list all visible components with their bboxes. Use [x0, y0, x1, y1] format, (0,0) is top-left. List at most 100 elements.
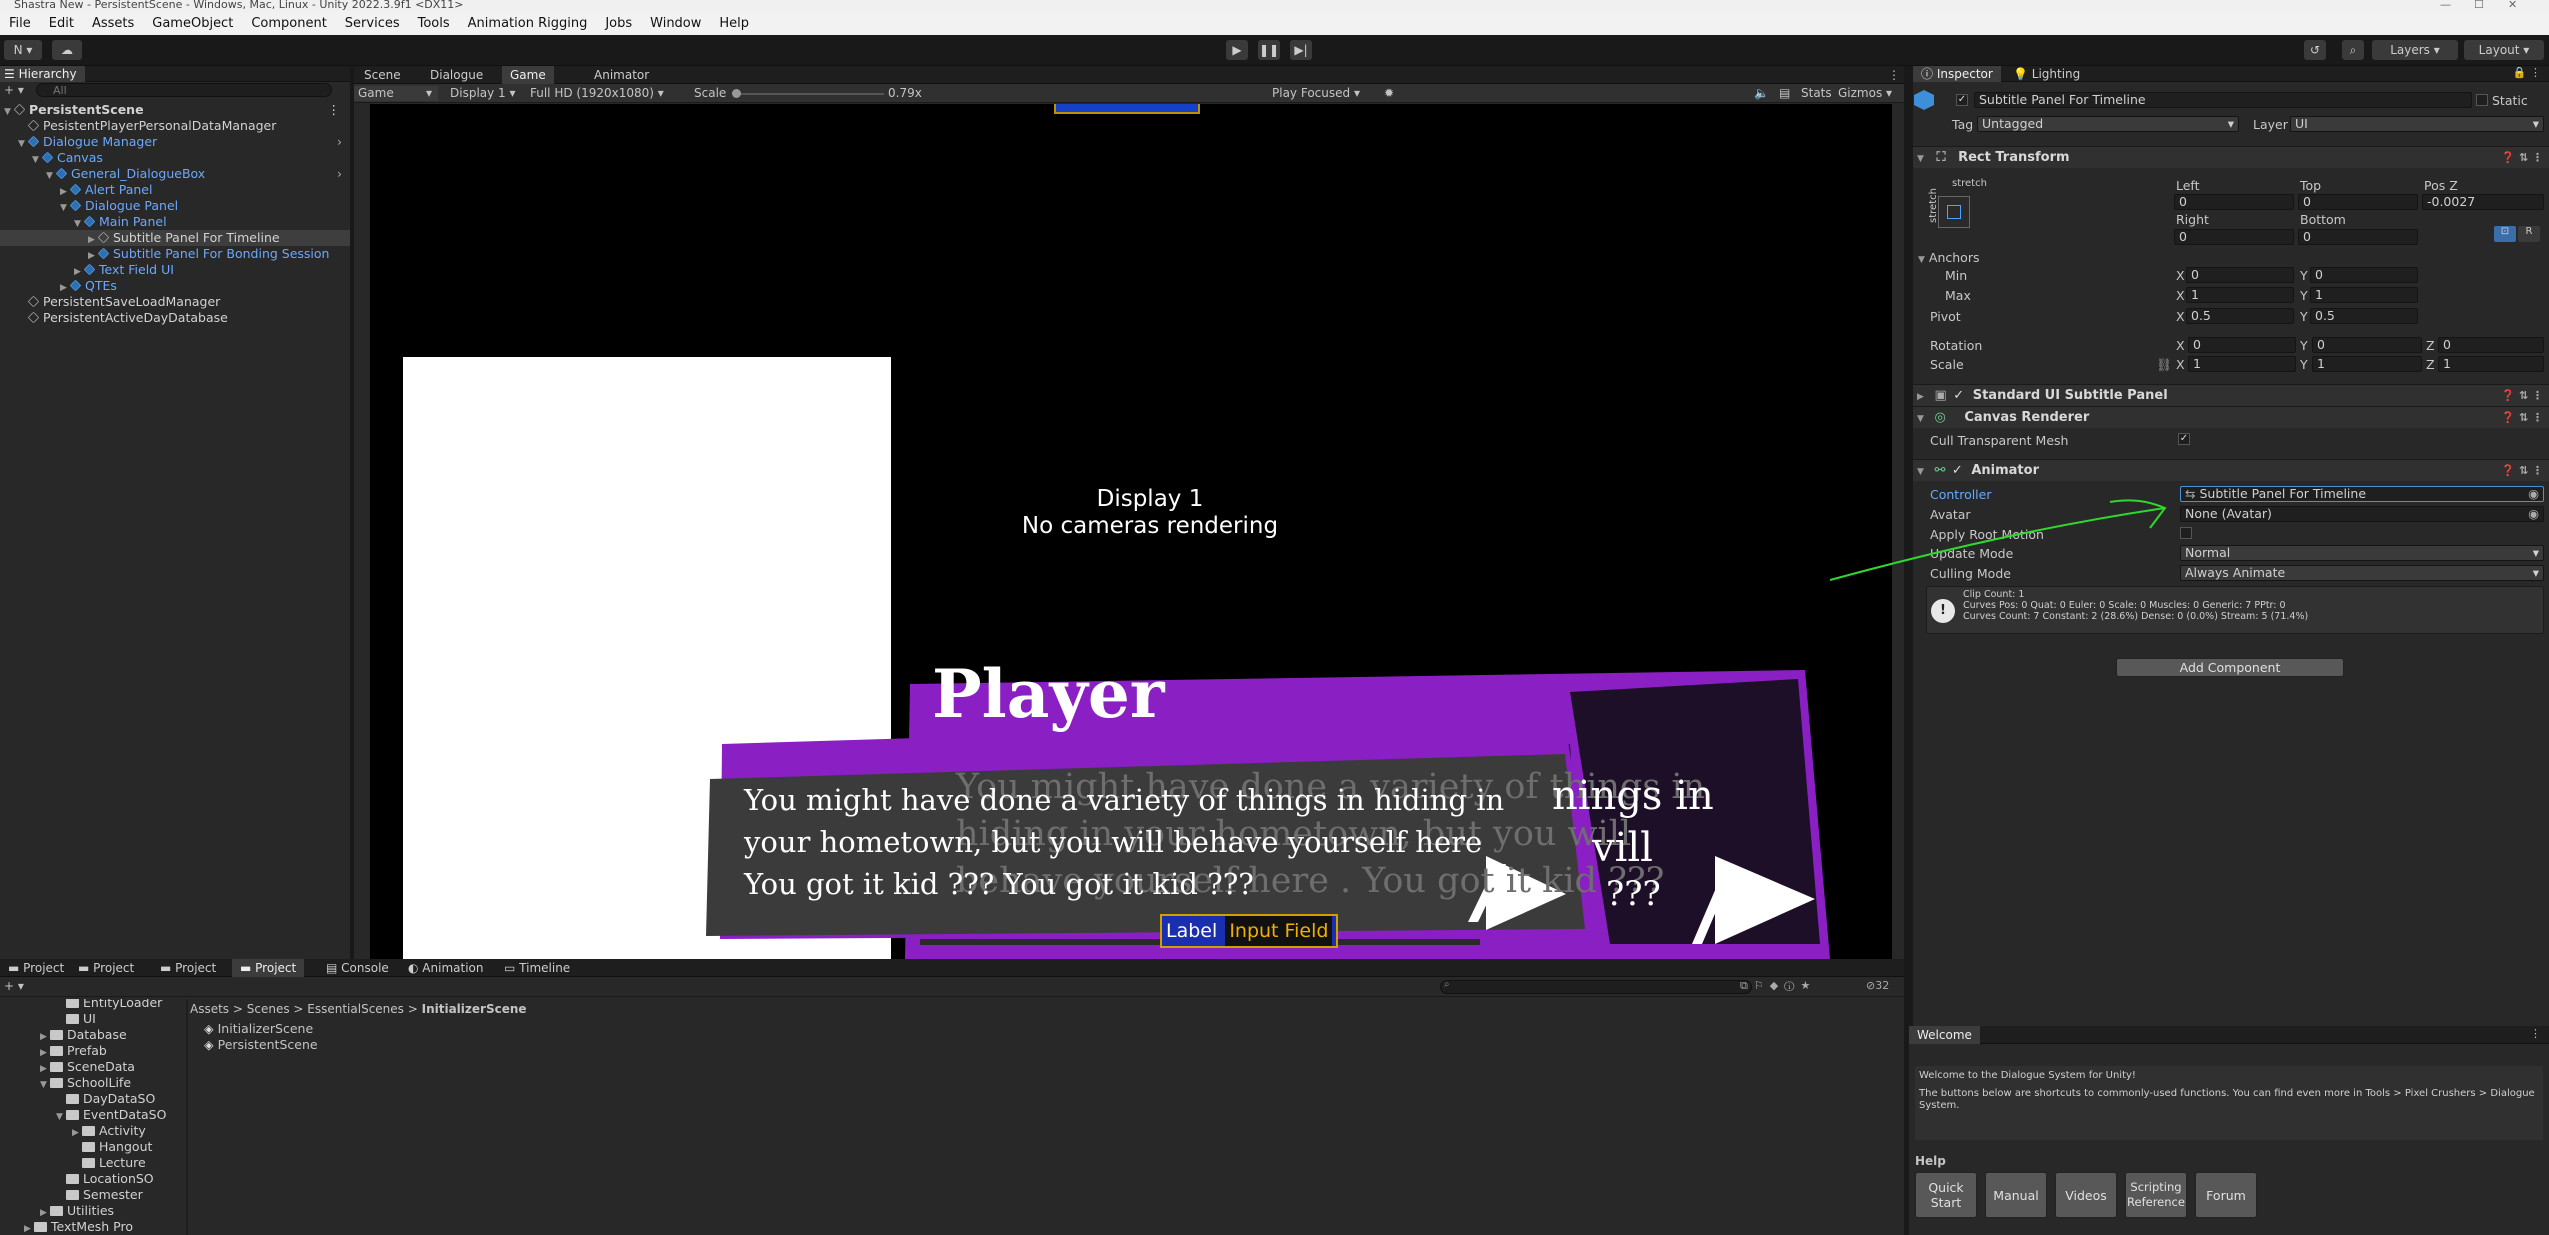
controller-field[interactable]: ⇆ Subtitle Panel For Timeline ◉	[2180, 486, 2544, 502]
minimize-icon[interactable]: —	[2440, 0, 2451, 10]
history-icon[interactable]: ↺	[2304, 40, 2326, 60]
tab-project[interactable]: ▬ Project	[152, 959, 224, 977]
hierarchy-item[interactable]: ▶ Subtitle Panel For Timeline	[0, 230, 350, 246]
display-settings-icon[interactable]: ▤	[1779, 86, 1790, 101]
audio-icon[interactable]: 🔈	[1754, 86, 1769, 101]
display-dropdown[interactable]: Display 1 ▾	[450, 86, 516, 101]
tab-game[interactable]: Game	[502, 66, 554, 84]
avatar-field[interactable]: None (Avatar) ◉	[2180, 506, 2544, 522]
quick-start-button[interactable]: Quick Start	[1915, 1172, 1977, 1218]
breadcrumb-item[interactable]: Assets	[190, 1002, 229, 1016]
tab-console[interactable]: ▤ Console	[318, 959, 397, 977]
prefab-open-icon[interactable]: ›	[337, 134, 342, 150]
hierarchy-item[interactable]: ▶ Alert Panel	[0, 182, 350, 198]
menu-component[interactable]: Component	[242, 16, 335, 31]
resolution-dropdown[interactable]: Full HD (1920x1080) ▾	[530, 86, 664, 101]
scripting-reference-button[interactable]: Scripting Reference	[2125, 1172, 2187, 1218]
posz-field[interactable]: -0.0027	[2422, 194, 2544, 210]
project-folder[interactable]: DayDataSO	[56, 1091, 155, 1107]
menu-jobs[interactable]: Jobs	[596, 16, 641, 31]
hierarchy-item[interactable]: ▶ QTEs	[0, 278, 350, 294]
tab-dialogue[interactable]: Dialogue	[422, 66, 491, 84]
tab-project[interactable]: ▬ Project	[70, 959, 142, 977]
step-icon[interactable]: ▶|	[1290, 40, 1312, 60]
project-folder[interactable]: ▼ SchoolLife	[40, 1075, 131, 1091]
left-field[interactable]: 0	[2174, 194, 2294, 210]
prefab-open-icon[interactable]: ›	[337, 166, 342, 182]
expand-arrow-icon[interactable]: ▼	[40, 1077, 50, 1093]
pause-icon[interactable]: ❚❚	[1258, 40, 1280, 60]
project-folder[interactable]: LocationSO	[56, 1171, 154, 1187]
rotation-y[interactable]: 0	[2312, 337, 2422, 353]
top-field[interactable]: 0	[2298, 194, 2418, 210]
component-menu-icon[interactable]: ❓ ⇅ ⋮	[2501, 385, 2543, 407]
search-icon[interactable]: ⌕	[2342, 40, 2364, 60]
rotation-x[interactable]: 0	[2188, 337, 2296, 353]
menu-help[interactable]: Help	[710, 16, 758, 31]
menu-tools[interactable]: Tools	[409, 16, 459, 31]
pivot-x[interactable]: 0.5	[2186, 308, 2294, 324]
project-folder[interactable]: ▶ SceneData	[40, 1059, 135, 1075]
project-folder[interactable]: Semester	[56, 1187, 143, 1203]
tab-animator[interactable]: Animator	[586, 66, 657, 84]
anchor-min-x[interactable]: 0	[2186, 267, 2294, 283]
component-menu-icon[interactable]: ❓ ⇅ ⋮	[2501, 460, 2543, 482]
anchor-min-y[interactable]: 0	[2310, 267, 2418, 283]
bug-icon[interactable]: ✹	[1384, 86, 1394, 101]
update-mode-dropdown[interactable]: Normal ▾	[2180, 545, 2544, 561]
constrain-proportions-icon[interactable]: ⛓	[2156, 357, 2172, 373]
project-folder[interactable]: ▶ Database	[40, 1027, 127, 1043]
component-enabled-checkbox[interactable]: ✓	[1953, 388, 1964, 403]
tab-timeline[interactable]: ▭ Timeline	[496, 959, 578, 977]
bottom-field[interactable]: 0	[2298, 229, 2418, 245]
breadcrumb-item[interactable]: Scenes	[247, 1002, 290, 1016]
blueprint-mode-button[interactable]: ⊡	[2494, 226, 2516, 242]
collapse-arrow-icon[interactable]: ▼	[1917, 154, 1924, 164]
account-button[interactable]: N ▾	[4, 40, 42, 60]
menu-animation-rigging[interactable]: Animation Rigging	[459, 16, 597, 31]
lock-icon[interactable]: 🔒 ⋮	[2513, 66, 2541, 79]
filter-icons[interactable]: ⧉⚐◆ⓘ★	[1740, 979, 1816, 993]
anchor-max-y[interactable]: 1	[2310, 287, 2418, 303]
project-folder[interactable]: ▶ Prefab	[40, 1043, 107, 1059]
object-picker-icon[interactable]: ◉	[2528, 507, 2539, 521]
scale-x[interactable]: 1	[2188, 356, 2296, 372]
menu-services[interactable]: Services	[336, 16, 409, 31]
tab-lighting[interactable]: 💡 Lighting	[2005, 66, 2088, 82]
animator-header[interactable]: ▼ ⚯ ✓ Animator ❓ ⇅ ⋮	[1913, 459, 2549, 481]
tab-project[interactable]: ▬ Project	[232, 959, 305, 977]
layout-dropdown[interactable]: Layout ▾	[2464, 40, 2544, 60]
object-name-field[interactable]: Subtitle Panel For Timeline	[1974, 92, 2472, 108]
project-folder[interactable]: Hangout	[72, 1139, 152, 1155]
breadcrumb-item[interactable]: EssentialScenes	[307, 1002, 404, 1016]
tag-dropdown[interactable]: Untagged ▾	[1977, 116, 2239, 132]
project-folder[interactable]: UI	[56, 1011, 96, 1027]
breadcrumb-item[interactable]: InitializerScene	[422, 1002, 527, 1016]
play-icon[interactable]: ▶	[1226, 40, 1248, 60]
scene-file[interactable]: ◈ InitializerScene	[204, 1021, 318, 1037]
gizmos-button[interactable]: Gizmos ▾	[1838, 86, 1892, 101]
more-icon[interactable]: ⋮	[328, 102, 341, 118]
expand-arrow-icon[interactable]: ▶	[24, 1221, 34, 1235]
canvas-renderer-header[interactable]: ▼ ◎ Canvas Renderer ❓ ⇅ ⋮	[1913, 406, 2549, 428]
more-icon[interactable]: ⋮	[1888, 68, 1900, 82]
text-field-ui[interactable]: Label Input Field	[1160, 914, 1338, 948]
input-field[interactable]: Input Field	[1225, 916, 1333, 946]
hierarchy-item[interactable]: ▼ Dialogue Panel	[0, 198, 350, 214]
tab-inspector[interactable]: ⓘ Inspector	[1913, 66, 2001, 82]
layers-dropdown[interactable]: Layers ▾	[2372, 40, 2458, 60]
tab-hierarchy[interactable]: ☰ Hierarchy	[0, 66, 85, 82]
menu-file[interactable]: File	[0, 16, 40, 31]
anchor-presets-button[interactable]	[1938, 196, 1970, 228]
project-folder[interactable]: ▶ Activity	[72, 1123, 146, 1139]
menu-gameobject[interactable]: GameObject	[143, 16, 242, 31]
cloud-icon[interactable]: ☁	[52, 40, 82, 60]
create-icon[interactable]: + ▾	[4, 979, 24, 993]
raw-edit-button[interactable]: R	[2518, 226, 2540, 242]
close-icon[interactable]: ✕	[2508, 0, 2517, 10]
hierarchy-item[interactable]: ▼ Dialogue Manager ›	[0, 134, 350, 150]
animator-enabled-checkbox[interactable]: ✓	[1952, 463, 1963, 478]
tab-welcome[interactable]: Welcome	[1909, 1026, 1980, 1044]
hierarchy-item[interactable]: PersistentSaveLoadManager	[0, 294, 350, 310]
scale-slider[interactable]	[734, 93, 884, 95]
